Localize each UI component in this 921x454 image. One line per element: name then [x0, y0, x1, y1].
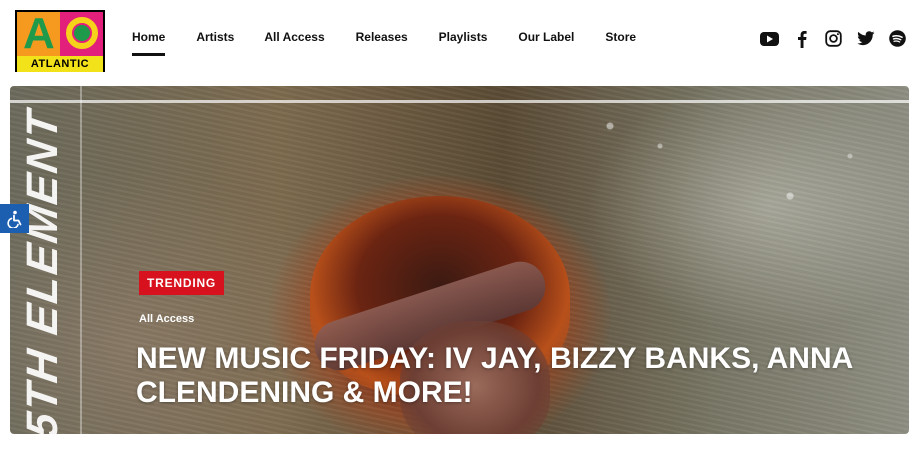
- logo-ring-tile: [60, 12, 103, 56]
- nav-home[interactable]: Home: [132, 29, 166, 56]
- logo-a-tile: A: [17, 12, 60, 56]
- nav-releases[interactable]: Releases: [356, 29, 408, 49]
- logo-tiles: A: [17, 12, 103, 56]
- hero-headline[interactable]: NEW MUSIC FRIDAY: IV JAY, BIZZY BANKS, A…: [136, 342, 856, 410]
- youtube-icon[interactable]: [760, 29, 779, 48]
- nav-store[interactable]: Store: [605, 29, 636, 49]
- hero-divider-line: [10, 100, 909, 103]
- trending-badge: TRENDING: [139, 271, 225, 295]
- instagram-icon[interactable]: [824, 29, 843, 48]
- hero-vertical-line: [80, 86, 82, 434]
- nav-playlists[interactable]: Playlists: [439, 29, 488, 49]
- social-links: [760, 29, 907, 48]
- hero-feature[interactable]: 5TH ELEMENT TRENDING All Access NEW MUSI…: [10, 86, 909, 434]
- site-header: A ATLANTIC Home Artists All Access Relea…: [0, 0, 921, 80]
- spotify-icon[interactable]: [888, 29, 907, 48]
- twitter-icon[interactable]: [856, 29, 875, 48]
- hero-category-link[interactable]: All Access: [139, 313, 194, 325]
- hero-vertical-brand: 5TH ELEMENT: [12, 104, 72, 434]
- hero-vertical-text: 5TH ELEMENT: [18, 106, 67, 434]
- nav-our-label[interactable]: Our Label: [518, 29, 574, 49]
- nav-all-access[interactable]: All Access: [264, 29, 324, 49]
- atlantic-logo[interactable]: A ATLANTIC: [15, 10, 105, 72]
- main-nav: Home Artists All Access Releases Playlis…: [132, 29, 636, 56]
- nav-artists[interactable]: Artists: [196, 29, 234, 49]
- logo-wordmark: ATLANTIC: [17, 56, 103, 72]
- facebook-icon[interactable]: [792, 29, 811, 48]
- accessibility-icon: [6, 210, 21, 228]
- accessibility-button[interactable]: [0, 204, 29, 233]
